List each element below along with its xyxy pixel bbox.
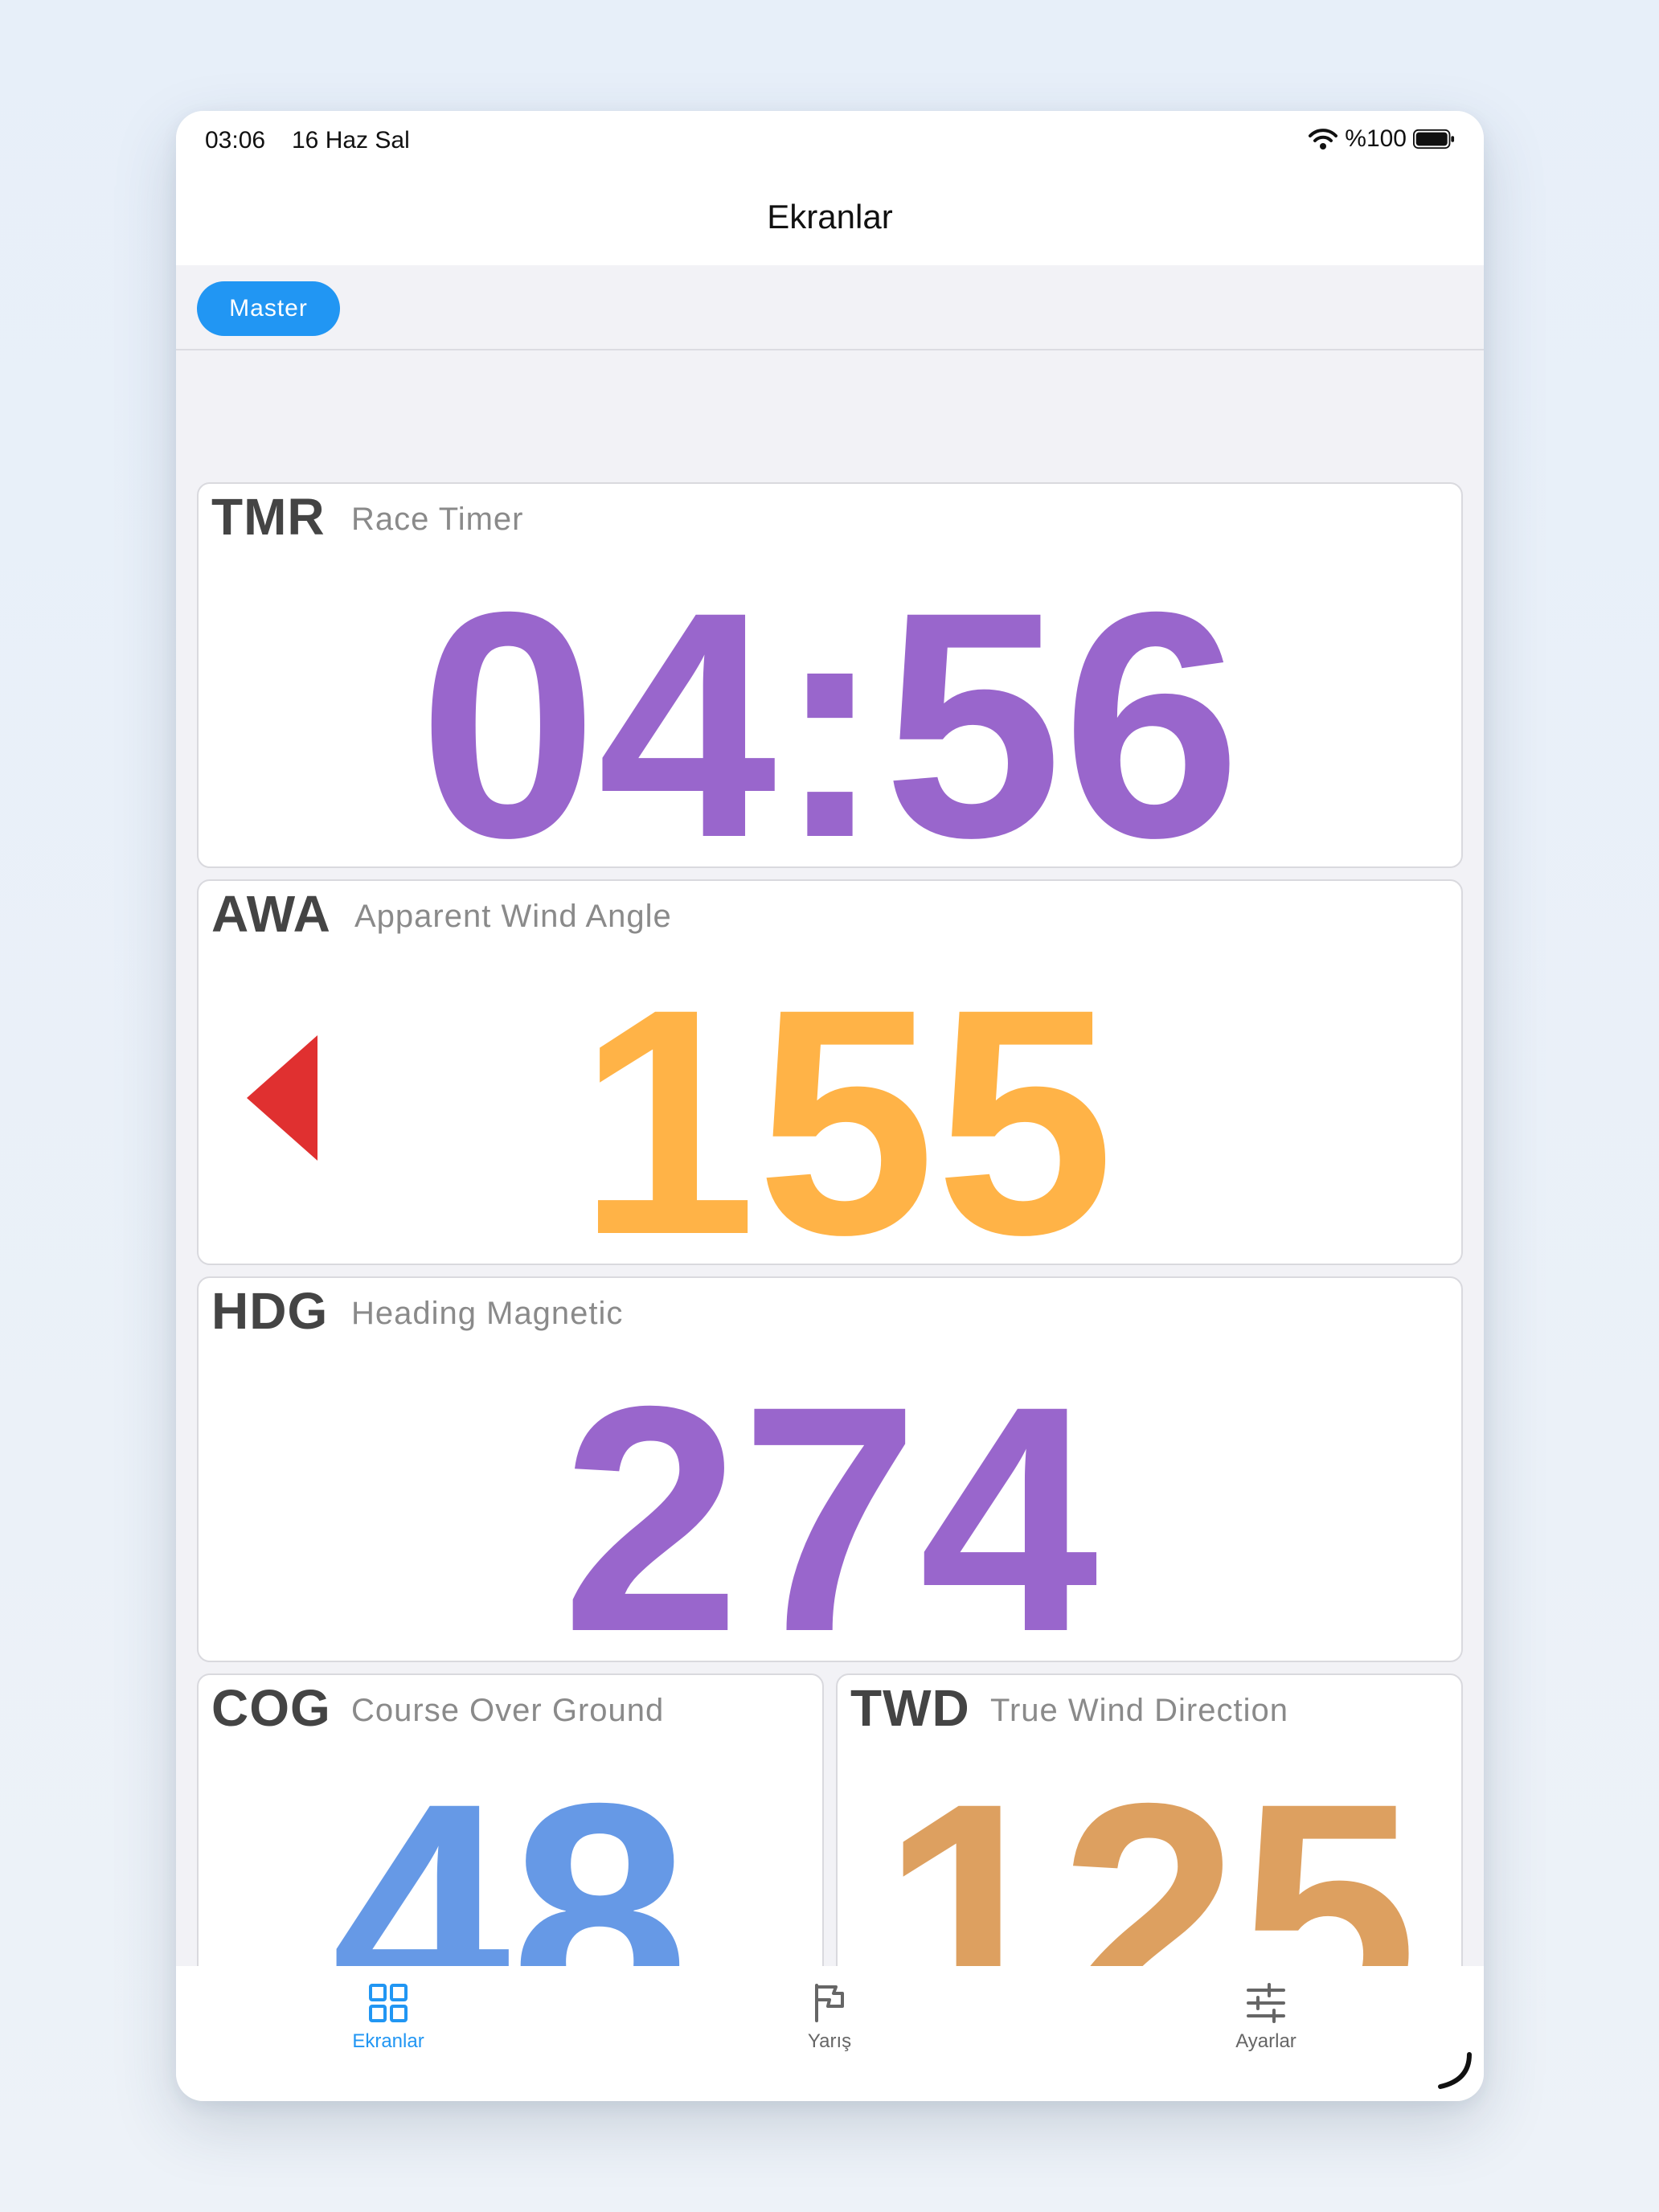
resize-handle-icon[interactable] <box>1434 2051 1474 2091</box>
panel-value: 155 <box>577 942 1115 1265</box>
top-bar: 03:06 16 Haz Sal %100 Ekranlar <box>176 111 1484 265</box>
tab-label: Ekranlar <box>352 2030 424 2052</box>
tab-ekranlar[interactable]: Ekranlar <box>268 1966 509 2071</box>
panel-code: HDG <box>211 1282 329 1340</box>
master-button[interactable]: Master <box>197 281 340 336</box>
battery-icon <box>1413 129 1455 150</box>
panel-hdg[interactable]: HDG Heading Magnetic 274 <box>197 1276 1463 1662</box>
sliders-icon <box>1247 1983 1285 2023</box>
tab-label: Yarış <box>807 2030 852 2052</box>
status-indicators: %100 <box>1308 125 1455 153</box>
panel-value: 274 <box>561 1339 1099 1662</box>
screen-selector-bar: Master <box>176 265 1484 350</box>
tab-ayarlar[interactable]: Ayarlar <box>1145 1966 1387 2071</box>
panel-name: Apparent Wind Angle <box>354 899 672 934</box>
battery-percent: %100 <box>1345 125 1407 152</box>
panel-name: Race Timer <box>351 502 524 537</box>
page-title: Ekranlar <box>767 198 893 236</box>
status-date: 16 Haz Sal <box>292 127 410 154</box>
status-time: 03:06 <box>205 127 266 154</box>
flag-icon <box>815 1984 844 2022</box>
tab-bar: Ekranlar Yarış Ayarlar <box>176 1966 1484 2101</box>
tab-yaris[interactable]: Yarış <box>709 1966 950 2071</box>
instrument-grid: TMR Race Timer 04:56 AWA Apparent Wind A… <box>176 350 1484 2059</box>
panel-code: COG <box>211 1679 331 1737</box>
grid-icon <box>369 1984 408 2022</box>
panel-code: TMR <box>211 488 326 546</box>
panel-name: Heading Magnetic <box>351 1296 624 1331</box>
panel-code: AWA <box>211 885 331 943</box>
panel-awa[interactable]: AWA Apparent Wind Angle 155 <box>197 879 1463 1265</box>
device-frame: 03:06 16 Haz Sal %100 Ekranlar Master TM… <box>176 111 1484 2101</box>
wifi-icon <box>1309 129 1338 150</box>
panel-value: 04:56 <box>418 545 1242 868</box>
panel-code: TWD <box>850 1679 970 1737</box>
panel-name: True Wind Direction <box>990 1693 1288 1728</box>
tab-label: Ayarlar <box>1235 2030 1296 2052</box>
panel-name: Course Over Ground <box>351 1693 665 1728</box>
panel-tmr[interactable]: TMR Race Timer 04:56 <box>197 482 1463 868</box>
